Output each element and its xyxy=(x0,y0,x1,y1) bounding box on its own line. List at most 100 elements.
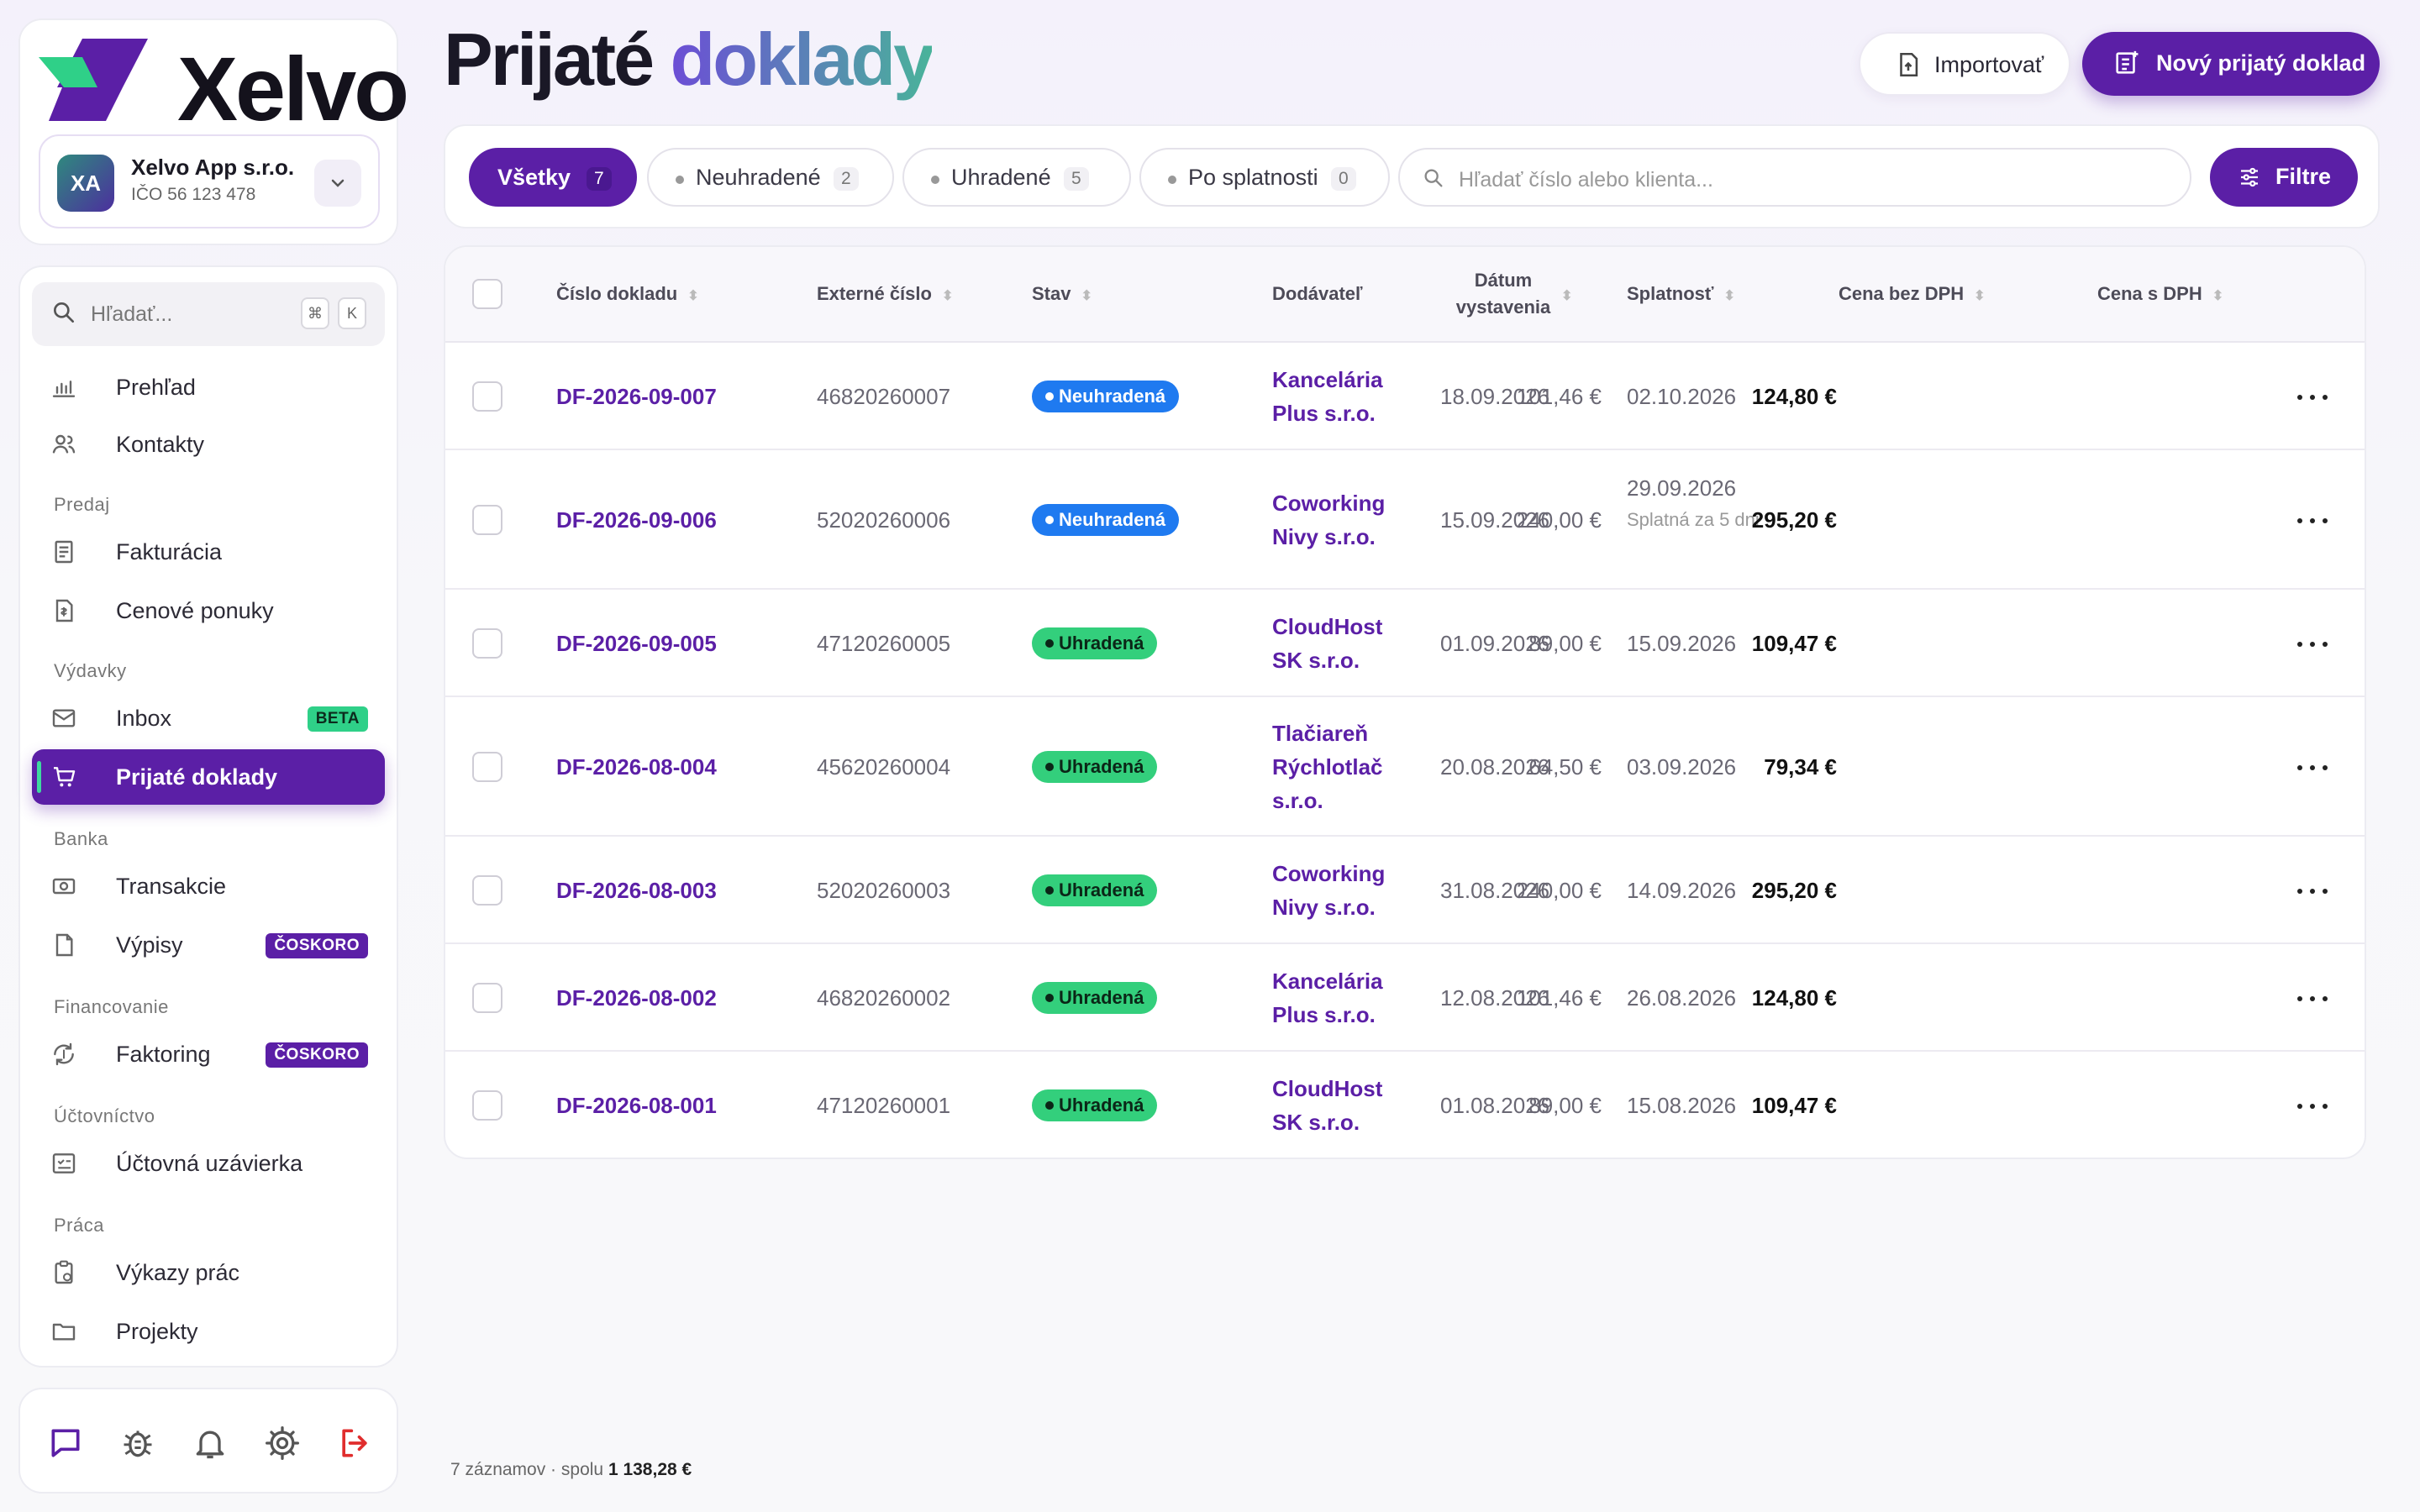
supplier-link[interactable]: CloudHost SK s.r.o. xyxy=(1272,610,1398,677)
xelvo-logo[interactable]: Xelvo xyxy=(39,39,409,139)
column-header-label: Stav xyxy=(1032,283,1071,304)
new-document-button[interactable]: Nový prijatý doklad xyxy=(2082,32,2380,96)
external-number: 52020260003 xyxy=(817,878,951,903)
brand-card: Xelvo XA Xelvo App s.r.o. IČO 56 123 478 xyxy=(18,18,409,245)
more-actions-icon[interactable] xyxy=(2296,635,2329,652)
gear-icon[interactable] xyxy=(264,1425,301,1462)
filter-chip-all[interactable]: Všetky 7 xyxy=(469,148,637,207)
external-number: 46820260007 xyxy=(817,384,951,409)
import-button[interactable]: Importovať xyxy=(1859,32,2070,96)
more-actions-icon[interactable] xyxy=(2296,512,2329,528)
table-row[interactable]: DF-2026-09-006 52020260006 Neuhradená Cowor… xyxy=(445,450,2365,590)
table-row[interactable]: DF-2026-08-004 45620260004 Uhradená Tlačiar… xyxy=(445,697,2365,837)
sidebar-item-fakturacia[interactable]: Fakturácia xyxy=(32,524,385,580)
table-row[interactable]: DF-2026-09-005 47120260005 Uhradená CloudHo… xyxy=(445,590,2365,697)
net-price: 89,00 € xyxy=(1528,631,1602,656)
sidebar-item-transakcie[interactable]: Transakcie xyxy=(32,858,385,914)
document-number-link[interactable]: DF-2026-08-004 xyxy=(556,750,717,784)
column-header-number[interactable]: Číslo dokladu ⬍ xyxy=(556,281,699,310)
filter-chip-label: Neuhradené xyxy=(696,165,821,190)
supplier-link[interactable]: Coworking Nivy s.r.o. xyxy=(1272,857,1398,924)
table-row[interactable]: DF-2026-08-001 47120260001 Uhradená CloudHo… xyxy=(445,1052,2365,1158)
table-row[interactable]: DF-2026-08-003 52020260003 Uhradená Coworki… xyxy=(445,837,2365,944)
external-number: 47120260005 xyxy=(817,631,951,656)
column-header-net[interactable]: Cena bez DPH ⬍ xyxy=(1839,281,1986,310)
sort-icon: ⬍ xyxy=(941,289,954,303)
logout-icon[interactable] xyxy=(336,1425,373,1462)
supplier-link[interactable]: Tlačiareň Rýchlotlač s.r.o. xyxy=(1272,717,1398,817)
sidebar-item-prehlad[interactable]: Prehľad xyxy=(32,360,385,415)
row-checkbox[interactable] xyxy=(472,752,502,782)
sidebar-item-inbox[interactable]: Inbox BETA xyxy=(32,690,385,746)
bell-icon[interactable] xyxy=(192,1425,229,1462)
section-label-uctovnictvo: Účtovníctvo xyxy=(54,1105,155,1126)
bug-icon[interactable] xyxy=(119,1425,156,1462)
supplier-link[interactable]: Kancelária Plus s.r.o. xyxy=(1272,363,1398,430)
supplier-link[interactable]: CloudHost SK s.r.o. xyxy=(1272,1072,1398,1139)
sort-icon-issued[interactable]: ⬍ xyxy=(1551,281,1572,310)
document-search-input[interactable]: Hľadať číslo alebo klienta... xyxy=(1398,148,2191,207)
filter-chip-paid[interactable]: Uhradené 5 xyxy=(902,148,1131,207)
filter-bar: Všetky 7 Neuhradené 2 Uhradené 5 Po spla… xyxy=(444,124,2380,228)
filters-button[interactable]: Filtre xyxy=(2210,148,2358,207)
more-actions-icon[interactable] xyxy=(2296,1097,2329,1114)
document-number-link[interactable]: DF-2026-09-007 xyxy=(556,380,717,413)
filter-chip-overdue[interactable]: Po splatnosti 0 xyxy=(1139,148,1390,207)
document-search-placeholder: Hľadať číslo alebo klienta... xyxy=(1459,168,1713,192)
more-actions-icon[interactable] xyxy=(2296,759,2329,775)
chat-icon[interactable] xyxy=(47,1425,84,1462)
column-header-due[interactable]: Splatnosť ⬍ xyxy=(1627,281,1735,310)
sidebar-item-kontakty[interactable]: Kontakty xyxy=(32,417,385,472)
row-checkbox[interactable] xyxy=(472,628,502,659)
sidebar-item-label: Kontakty xyxy=(116,432,205,457)
document-number-link[interactable]: DF-2026-08-001 xyxy=(556,1089,717,1122)
column-header-label: Dodávateľ xyxy=(1272,283,1363,304)
row-checkbox[interactable] xyxy=(472,381,502,412)
sidebar-search[interactable]: Hľadať... ⌘ K xyxy=(32,282,385,346)
sidebar-item-vypisy[interactable]: Výpisy ČOSKORO xyxy=(32,917,385,973)
net-price: 101,46 € xyxy=(1516,384,1602,409)
more-actions-icon[interactable] xyxy=(2296,882,2329,899)
table-row[interactable]: DF-2026-09-007 46820260007 Neuhradená Kance… xyxy=(445,343,2365,450)
column-header-issued[interactable]: Dátum vystavenia xyxy=(1440,267,1566,321)
column-header-status[interactable]: Stav ⬍ xyxy=(1032,281,1092,310)
quote-icon xyxy=(55,599,73,622)
chevron-down-icon[interactable] xyxy=(314,160,361,207)
more-actions-icon[interactable] xyxy=(2296,388,2329,405)
beta-badge: BETA xyxy=(307,706,368,732)
sidebar-nav: Hľadať... ⌘ K Prehľad Kontakty Predaj Fa… xyxy=(18,265,398,1368)
company-switcher[interactable]: XA Xelvo App s.r.o. IČO 56 123 478 xyxy=(39,134,380,228)
import-button-label: Importovať xyxy=(1934,52,2044,77)
gross-price: 109,47 € xyxy=(1751,631,1837,656)
select-all-checkbox[interactable] xyxy=(472,279,502,309)
supplier-link[interactable]: Coworking Nivy s.r.o. xyxy=(1272,486,1398,554)
document-number-link[interactable]: DF-2026-09-006 xyxy=(556,503,717,537)
row-checkbox[interactable] xyxy=(472,1090,502,1121)
more-actions-icon[interactable] xyxy=(2296,990,2329,1006)
sidebar-item-faktoring[interactable]: Faktoring ČOSKORO xyxy=(32,1026,385,1082)
net-price: 64,50 € xyxy=(1528,754,1602,780)
gross-price: 295,20 € xyxy=(1751,878,1837,903)
status-badge: Uhradená xyxy=(1032,627,1158,659)
sidebar-item-prijate-doklady[interactable]: Prijaté doklady xyxy=(32,749,385,805)
table-row[interactable]: DF-2026-08-002 46820260002 Uhradená Kancelá… xyxy=(445,944,2365,1052)
filter-chip-unpaid[interactable]: Neuhradené 2 xyxy=(647,148,894,207)
sidebar-item-uctovna-uzavierka[interactable]: Účtovná uzávierka xyxy=(32,1136,385,1191)
sidebar-item-vykazy-prac[interactable]: Výkazy prác xyxy=(32,1245,385,1300)
column-header-label: Dátum vystavenia xyxy=(1455,270,1551,318)
page-title-accent: doklady xyxy=(670,18,934,101)
supplier-link[interactable]: Kancelária Plus s.r.o. xyxy=(1272,964,1398,1032)
column-header-gross[interactable]: Cena s DPH ⬍ xyxy=(2097,281,2223,310)
status-badge: Neuhradená xyxy=(1032,381,1180,412)
row-checkbox[interactable] xyxy=(472,875,502,906)
column-header-external[interactable]: Externé číslo ⬍ xyxy=(817,281,953,310)
gross-price: 79,34 € xyxy=(1764,754,1837,780)
sidebar-item-label: Cenové ponuky xyxy=(116,598,274,623)
row-checkbox[interactable] xyxy=(472,983,502,1013)
sidebar-item-projekty[interactable]: Projekty xyxy=(32,1304,385,1359)
row-checkbox[interactable] xyxy=(472,505,502,535)
document-number-link[interactable]: DF-2026-08-002 xyxy=(556,981,717,1015)
document-number-link[interactable]: DF-2026-09-005 xyxy=(556,627,717,660)
document-number-link[interactable]: DF-2026-08-003 xyxy=(556,874,717,907)
sidebar-item-cenove-ponuky[interactable]: Cenové ponuky xyxy=(32,583,385,638)
